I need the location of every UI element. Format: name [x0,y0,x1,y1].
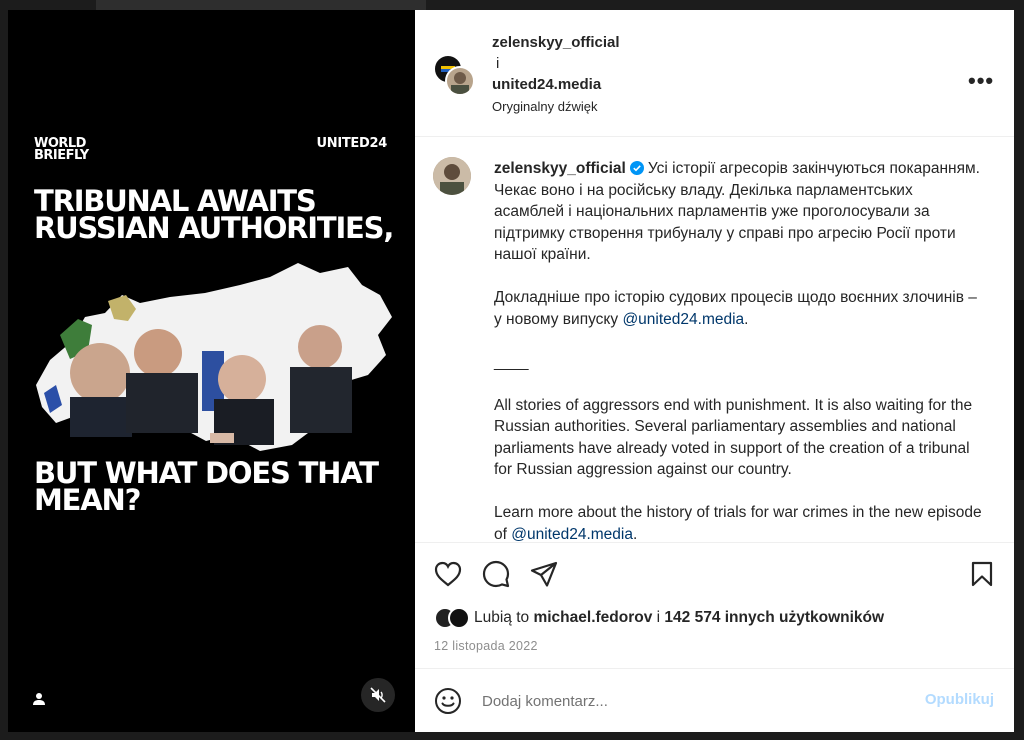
post-details-panel: zelenskyy_official i united24.media Oryg… [415,10,1014,732]
likes-prefix: Lubią to [474,609,534,626]
united24-logo: UNITED24 [316,136,387,151]
mute-toggle-button[interactable] [361,678,395,712]
caption-scroll-area[interactable]: zelenskyy_official Усі історії агресорів … [415,138,1014,542]
verified-icon [629,161,644,175]
comment-bar: Opublikuj [415,668,1014,732]
post-authors: zelenskyy_official i united24.media [492,32,620,95]
author-avatars[interactable] [433,54,477,98]
likes-summary[interactable]: Lubią to michael.fedorov i 142 574 innyc… [434,607,884,629]
more-icon: ••• [968,68,995,93]
heart-icon [434,561,462,587]
caption-punctuation: . [632,525,638,543]
likes-count-link[interactable]: 142 574 innych użytkowników [664,609,884,626]
post-media-video[interactable]: WORLD BRIEFLY UNITED24 TRIBUNAL AWAITS R… [8,10,415,732]
author-username-link[interactable]: zelenskyy_official [492,32,620,53]
likes-conjunction: i [652,609,665,626]
post-date[interactable]: 12 listopada 2022 [434,639,538,653]
publish-comment-button[interactable]: Opublikuj [925,691,994,708]
caption-author-username-link[interactable]: zelenskyy_official [494,160,626,177]
comment-button[interactable] [481,559,511,589]
emoji-icon [435,688,461,714]
mention-link[interactable]: @united24.media [622,311,744,328]
caption-punctuation: . [744,310,749,328]
post-header: zelenskyy_official i united24.media Oryg… [415,10,1014,137]
collaborator-username-link[interactable]: united24.media [492,74,620,95]
share-icon [530,561,558,587]
authors-conjunction: i [496,55,500,72]
more-options-button[interactable]: ••• [968,68,994,94]
liker-avatar [448,607,470,629]
liker-username-link[interactable]: michael.fedorov [533,609,652,626]
mention-link[interactable]: @united24.media [511,526,633,543]
world-briefly-logo: WORLD BRIEFLY [34,136,89,163]
save-button[interactable] [967,559,997,589]
post-caption: zelenskyy_official Усі історії агресорів … [494,158,984,542]
caption-text-en-1: All stories of aggressors end with punis… [494,396,973,479]
russia-map-collage-image [36,263,392,451]
caption-author-avatar[interactable] [433,157,471,195]
user-tag-icon [33,693,45,705]
like-button[interactable] [433,559,463,589]
video-headline-bottom: BUT WHAT DOES THAT MEAN? [34,456,379,517]
comment-icon [482,560,510,588]
emoji-picker-button[interactable] [434,687,462,715]
post-actions: Lubią to michael.fedorov i 142 574 innyc… [415,542,1014,668]
tagged-users-button[interactable] [28,688,50,710]
mute-icon [370,687,386,703]
caption-separator: ____ [494,353,529,371]
original-audio-link[interactable]: Oryginalny dźwięk [492,99,598,114]
video-headline-top: TRIBUNAL AWAITS RUSSIAN AUTHORITIES, [34,184,394,245]
author-avatar[interactable] [445,66,475,96]
comment-input[interactable] [482,689,902,713]
bookmark-icon [971,561,993,587]
share-button[interactable] [529,559,559,589]
